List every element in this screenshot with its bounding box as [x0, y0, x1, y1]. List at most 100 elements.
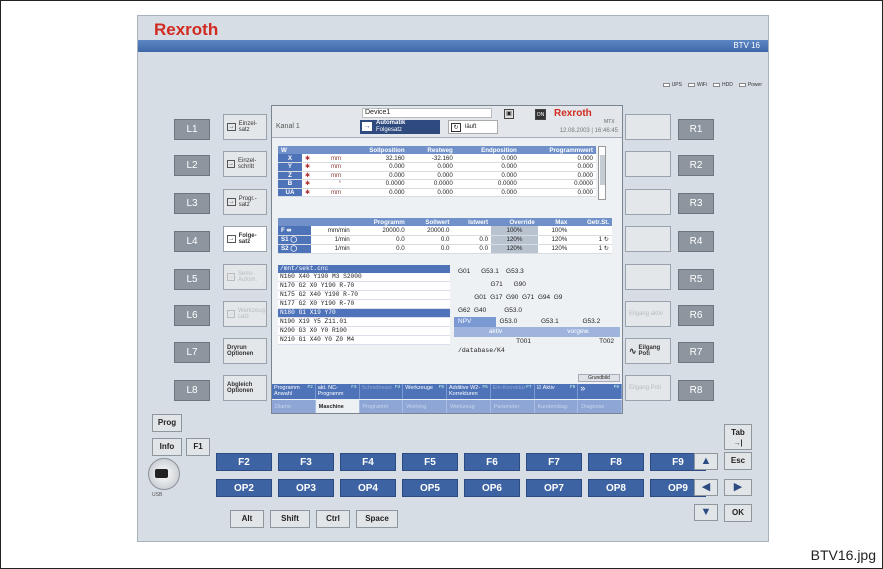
key-r6[interactable]: R6 — [678, 305, 714, 326]
axis-row-x[interactable]: X ✱ mm 32.160 -32.160 0.000 0.000 — [278, 154, 596, 163]
fbar-aktiv[interactable]: ☑ Aktiv F8 — [535, 384, 579, 399]
fbar-additive-korrekturen[interactable]: Additive W2-Korrekturen F6 — [447, 384, 491, 399]
spindle-row-s2[interactable]: S2 ◯ 1/min 0.0 0.0 0.0 120% 120% 1 ↻ — [278, 244, 612, 254]
info-key[interactable]: Info — [152, 438, 182, 456]
program-line-selected[interactable]: N180 G1 X19 Y70 — [278, 309, 450, 318]
usb-port[interactable] — [148, 458, 180, 490]
key-r7[interactable]: R7 — [678, 342, 714, 363]
prog-key[interactable]: Prog — [152, 414, 182, 432]
key-r5[interactable]: R5 — [678, 269, 714, 290]
op5-key[interactable]: OP5 — [402, 479, 458, 497]
program-line[interactable]: N200 G3 X0 Y0 R100 — [278, 327, 450, 336]
softkey-dryrun-optionen[interactable]: Dryrun Optionen — [223, 338, 267, 364]
op3-key[interactable]: OP3 — [278, 479, 334, 497]
spindle-row-s1[interactable]: S1 ◯ 1/min 0.0 0.0 0.0 120% 120% 1 ↻ — [278, 235, 612, 245]
op4-key[interactable]: OP4 — [340, 479, 396, 497]
program-line[interactable]: N190 X19 Y5 Z11.01 — [278, 318, 450, 327]
tab-werkzeug[interactable]: Werkzeug — [447, 400, 491, 413]
softkey-abgleich-optionen[interactable]: Abgleich Optionen — [223, 375, 267, 401]
f4-key[interactable]: F4 — [340, 453, 396, 471]
softkey-einzelschritt[interactable]: → Einzel-schritt — [223, 151, 267, 177]
tab-parameter[interactable]: Parameter — [491, 400, 535, 413]
program-line[interactable]: N175 G2 X40 Y190 R-70 — [278, 291, 450, 300]
tab-programm[interactable]: Programm — [360, 400, 404, 413]
fbar-more[interactable]: » F9 — [578, 384, 622, 399]
op7-key[interactable]: OP7 — [526, 479, 582, 497]
key-r1[interactable]: R1 — [678, 119, 714, 140]
f7-key[interactable]: F7 — [526, 453, 582, 471]
softkey-werkzeugsatz[interactable]: → Werkzeug-satz — [223, 301, 267, 327]
fbar-akt-nc-programm[interactable]: akt. NC-Programm F3 — [316, 384, 360, 399]
key-r3[interactable]: R3 — [678, 193, 714, 214]
softkey-r5[interactable] — [625, 264, 671, 290]
usb-icon — [155, 469, 168, 478]
key-l1[interactable]: L1 — [174, 119, 210, 140]
fbar-werkzeuge[interactable]: Werkzeuge F5 — [403, 384, 447, 399]
tab-diagnose[interactable]: Diagnose — [578, 400, 622, 413]
key-r2[interactable]: R2 — [678, 155, 714, 176]
axis-row-z[interactable]: Z ✱ mm 0.000 0.000 0.000 0.000 — [278, 171, 596, 180]
spindle-row-f[interactable]: F ⇹ mm/min 20000.0 20000.0 100% 100% — [278, 226, 612, 236]
softkey-eilgang-aktiv[interactable]: Eilgang aktiv — [625, 301, 671, 327]
axis-scrollbar[interactable] — [598, 146, 606, 200]
key-l8[interactable]: L8 — [174, 380, 210, 401]
fbar-schnellreset[interactable]: Schnellreset F4 — [360, 384, 404, 399]
grundbild-button[interactable]: Grundbild — [578, 374, 620, 382]
f6-key[interactable]: F6 — [464, 453, 520, 471]
softkey-folgesatz[interactable]: → Folge-satz — [223, 226, 267, 252]
shift-key[interactable]: Shift — [270, 510, 310, 528]
softkey-r3[interactable] — [625, 189, 671, 215]
arrow-right-key[interactable]: ▶ — [724, 479, 752, 496]
softkey-r4[interactable] — [625, 226, 671, 252]
softkey-r1[interactable] — [625, 114, 671, 140]
arrow-left-key[interactable]: ◀ — [694, 479, 718, 496]
op6-key[interactable]: OP6 — [464, 479, 520, 497]
softkey-r2[interactable] — [625, 151, 671, 177]
key-l6[interactable]: L6 — [174, 305, 210, 326]
softkey-semiautom[interactable]: → Semi-Autom. — [223, 264, 267, 290]
key-l7[interactable]: L7 — [174, 342, 210, 363]
tab-kundendiag[interactable]: Kundendiag. — [535, 400, 579, 413]
esc-key[interactable]: Esc — [724, 452, 752, 470]
tab-key[interactable]: Tab →| — [724, 424, 752, 450]
key-l2[interactable]: L2 — [174, 155, 210, 176]
key-r4[interactable]: R4 — [678, 231, 714, 252]
f1-key[interactable]: F1 — [186, 438, 210, 456]
f2-key[interactable]: F2 — [216, 453, 272, 471]
scroll-thumb[interactable] — [600, 155, 605, 185]
axis-soll: 0.000 — [344, 188, 408, 197]
program-line[interactable]: N177 G2 X0 Y190 R-70 — [278, 300, 450, 309]
key-l3[interactable]: L3 — [174, 193, 210, 214]
fbar-programm-anwahl[interactable]: Programm Anwahl F2 — [272, 384, 316, 399]
softkey-eilgang-poti[interactable]: ∿ Eilgang Poti — [625, 338, 671, 364]
program-line[interactable]: N210 G1 X40 Y0 Z0 M4 — [278, 336, 450, 345]
f5-key[interactable]: F5 — [402, 453, 458, 471]
op2-key[interactable]: OP2 — [216, 479, 272, 497]
tab-working-management[interactable]: Working Management — [403, 400, 447, 413]
alt-key[interactable]: Alt — [230, 510, 264, 528]
key-r8[interactable]: R8 — [678, 380, 714, 401]
tab-diamo[interactable]: Diamo — [272, 400, 316, 413]
ctrl-key[interactable]: Ctrl — [316, 510, 350, 528]
f3-key[interactable]: F3 — [278, 453, 334, 471]
key-l5[interactable]: L5 — [174, 269, 210, 290]
window-icon[interactable]: ▣ — [504, 109, 514, 119]
axis-row-y[interactable]: Y ✱ mm 0.000 0.000 0.000 0.000 — [278, 162, 596, 172]
tab-maschine[interactable]: Maschine — [315, 400, 360, 413]
program-path: /mnt/sekt.cnc — [278, 265, 450, 273]
key-l4[interactable]: L4 — [174, 231, 210, 252]
softkey-progrsatz[interactable]: → Progr.-satz — [223, 189, 267, 215]
softkey-einzelsatz[interactable]: → Einzel-satz — [223, 114, 267, 140]
softkey-eilgang-poti-2[interactable]: Eilgang Poti — [625, 375, 671, 401]
axis-row-b[interactable]: B ✱ ° 0.0000 0.0000 0.0000 0.0000 — [278, 179, 596, 189]
arrow-up-key[interactable]: ▲ — [694, 453, 718, 470]
space-key[interactable]: Space — [356, 510, 398, 528]
arrow-down-key[interactable]: ▼ — [694, 504, 718, 521]
axis-row-ua[interactable]: UA ✱ mm 0.000 0.000 0.000 0.000 — [278, 188, 596, 197]
program-line[interactable]: N170 G2 X0 Y190 R-70 — [278, 282, 450, 291]
op8-key[interactable]: OP8 — [588, 479, 644, 497]
program-line[interactable]: N160 X40 Y190 M3 S2000 — [278, 273, 450, 282]
fbar-ein-korrektur[interactable]: Ein-Korrektur F7 — [491, 384, 535, 399]
f8-key[interactable]: F8 — [588, 453, 644, 471]
ok-key[interactable]: OK — [724, 504, 752, 522]
